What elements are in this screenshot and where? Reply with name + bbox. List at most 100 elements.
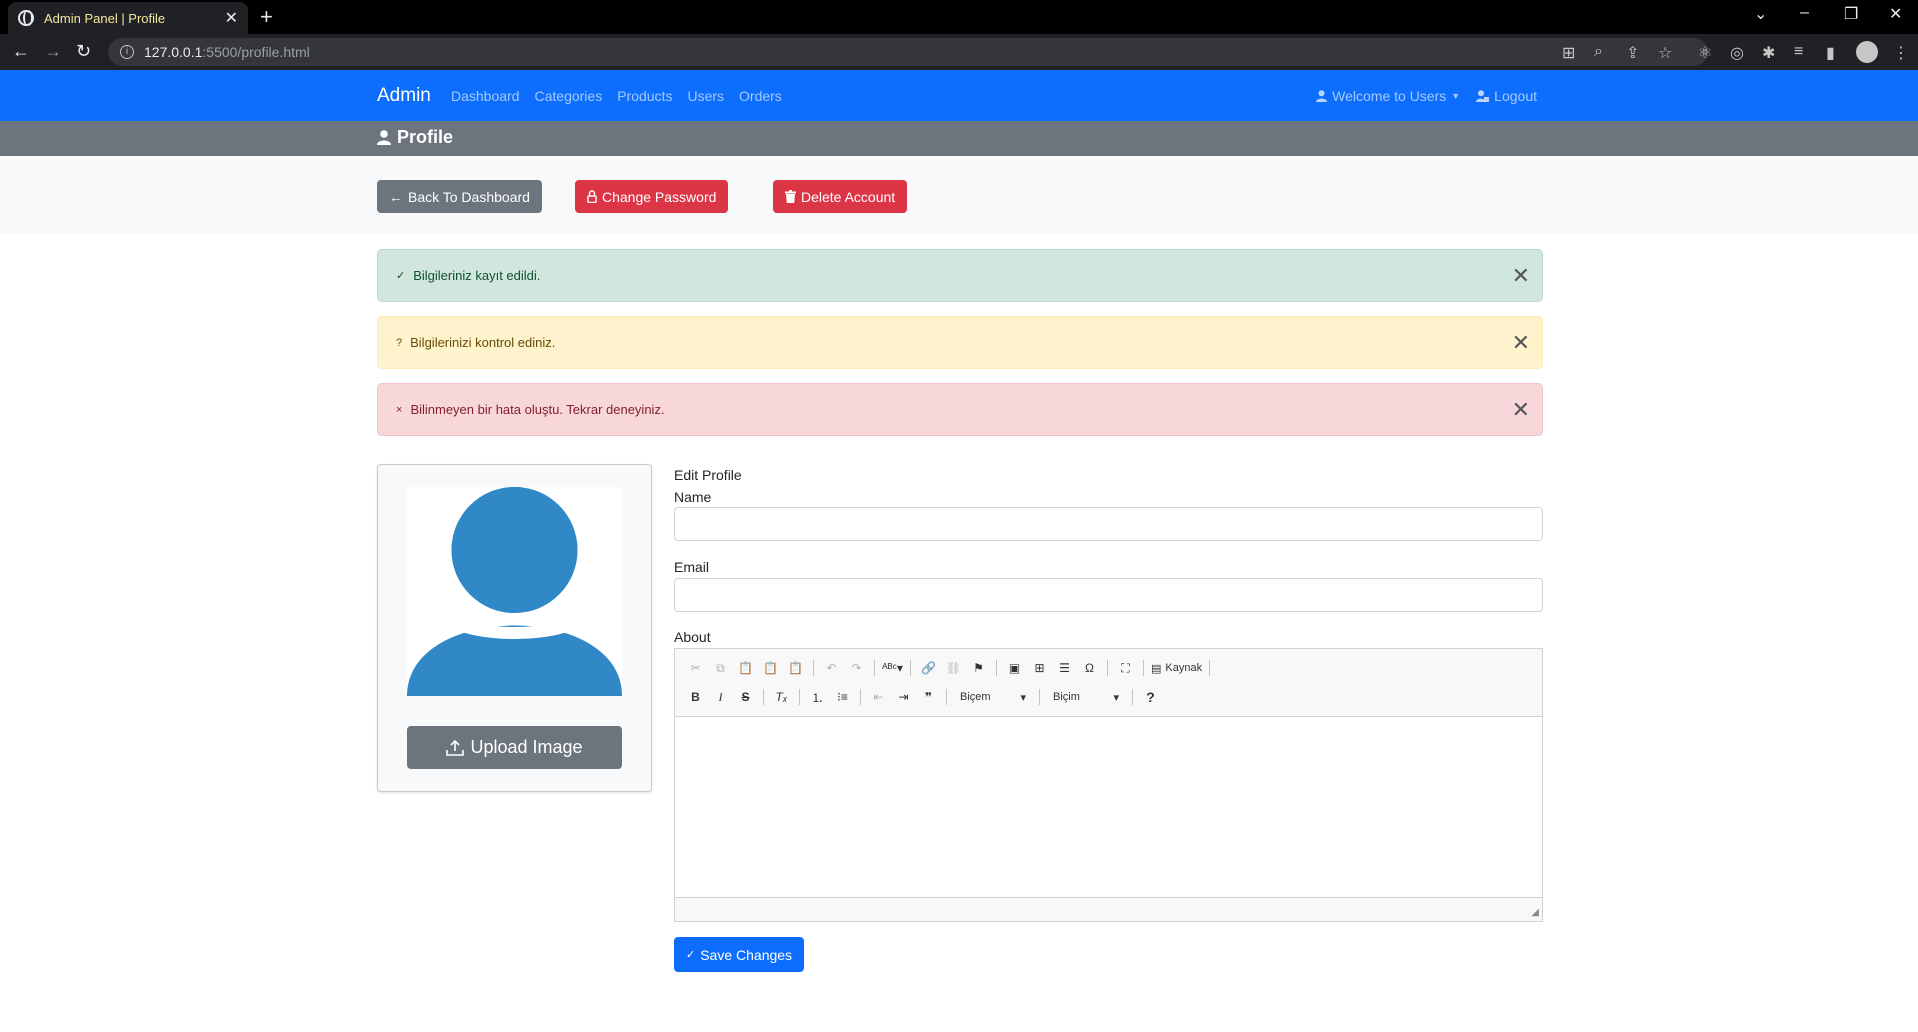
tab-search-icon[interactable]: ⌄ <box>1754 4 1767 24</box>
nav-link-users[interactable]: Users <box>687 88 724 104</box>
url-text: 127.0.0.1:5500/profile.html <box>144 44 310 60</box>
special-char-icon[interactable]: Ω <box>1079 657 1100 679</box>
extensions-puzzle-icon[interactable]: ✱ <box>1762 43 1775 63</box>
italic-icon[interactable]: I <box>710 686 731 708</box>
globe-icon <box>18 10 34 26</box>
style-combo-label: Biçem <box>960 691 991 703</box>
remove-format-icon[interactable]: Tₓ <box>771 686 792 708</box>
side-panel-icon[interactable]: ▮ <box>1826 43 1835 63</box>
spellcheck-icon[interactable]: ᴬᴮᶜ▾ <box>882 657 903 679</box>
react-devtools-icon[interactable]: ⚛ <box>1698 43 1712 63</box>
email-input[interactable] <box>674 578 1543 612</box>
browser-toolbar: ← → ↻ i 127.0.0.1:5500/profile.html ⊞ ⌕ … <box>0 34 1918 70</box>
toolbar-separator <box>1132 689 1133 705</box>
cut-icon[interactable]: ✂ <box>685 657 706 679</box>
toolbar-separator <box>910 660 911 676</box>
toolbar-separator <box>1107 660 1108 676</box>
bold-icon[interactable]: B <box>685 686 706 708</box>
x-icon: × <box>396 403 403 416</box>
redo-icon[interactable]: ↷ <box>846 657 867 679</box>
unlink-icon[interactable]: ⛓ <box>943 657 964 679</box>
name-label: Name <box>674 489 712 505</box>
browser-tab[interactable]: Admin Panel | Profile ✕ <box>8 2 248 34</box>
paste-word-icon[interactable]: 📋 <box>785 657 806 679</box>
back-arrow-icon[interactable]: ← <box>12 41 30 62</box>
warning-alert-text: Bilgilerinizi kontrol ediniz. <box>410 335 556 350</box>
nav-link-orders[interactable]: Orders <box>739 88 782 104</box>
media-queue-icon[interactable]: ≡ <box>1794 43 1803 61</box>
success-alert-text: Bilgileriniz kayıt edildi. <box>413 268 541 283</box>
editor-content-area[interactable] <box>675 717 1542 897</box>
close-icon[interactable]: ✕ <box>1512 263 1530 289</box>
restore-button[interactable]: ❐ <box>1844 4 1858 24</box>
resize-handle-icon[interactable]: ◢ <box>1531 907 1539 918</box>
logout-link[interactable]: Logout <box>1476 88 1537 104</box>
close-tab-icon[interactable]: ✕ <box>225 8 238 28</box>
upload-icon <box>446 739 465 756</box>
extension-target-icon[interactable]: ◎ <box>1730 43 1744 63</box>
check-icon: ✓ <box>686 949 696 961</box>
reload-icon[interactable]: ↻ <box>76 41 91 62</box>
translate-icon[interactable]: ⊞ <box>1562 43 1575 63</box>
upload-image-button[interactable]: Upload Image <box>407 726 622 769</box>
profile-image-card: Upload Image <box>377 464 652 792</box>
brand-logo[interactable]: Admin <box>377 85 431 107</box>
minimize-button[interactable]: – <box>1800 4 1809 22</box>
question-icon: ? <box>396 336 403 349</box>
site-info-icon[interactable]: i <box>120 45 134 59</box>
help-icon[interactable]: ? <box>1140 686 1161 708</box>
forward-arrow-icon[interactable]: → <box>44 41 62 62</box>
strike-icon[interactable]: S <box>735 686 756 708</box>
link-icon[interactable]: 🔗 <box>918 657 939 679</box>
save-changes-button[interactable]: ✓ Save Changes <box>674 937 805 972</box>
share-icon[interactable]: ⇪ <box>1626 43 1639 63</box>
user-icon <box>377 130 391 145</box>
zoom-icon[interactable]: ⌕ <box>1594 43 1603 61</box>
nav-link-categories[interactable]: Categories <box>535 88 603 104</box>
tab-title: Admin Panel | Profile <box>44 10 166 26</box>
bullet-list-icon[interactable]: ⁝≡ <box>832 686 853 708</box>
indent-icon[interactable]: ⇥ <box>893 686 914 708</box>
user-avatar-icon <box>407 487 622 696</box>
back-to-dashboard-button[interactable]: ← Back To Dashboard <box>377 180 542 213</box>
avatar <box>407 487 622 696</box>
chrome-menu-icon[interactable]: ⋮ <box>1893 43 1909 63</box>
horizontal-line-icon[interactable]: ☰ <box>1054 657 1075 679</box>
window-close-button[interactable]: ✕ <box>1889 4 1902 24</box>
warning-alert: ? Bilgilerinizi kontrol ediniz. ✕ <box>377 316 1543 369</box>
new-tab-button[interactable]: + <box>260 4 273 30</box>
lock-icon <box>587 190 597 203</box>
paste-icon[interactable]: 📋 <box>735 657 756 679</box>
close-icon[interactable]: ✕ <box>1512 330 1530 356</box>
undo-icon[interactable]: ↶ <box>821 657 842 679</box>
outdent-icon[interactable]: ⇤ <box>868 686 889 708</box>
image-icon[interactable]: ▣ <box>1004 657 1025 679</box>
nav-link-dashboard[interactable]: Dashboard <box>451 88 520 104</box>
blockquote-icon[interactable]: ❞ <box>918 686 939 708</box>
form-title: Edit Profile <box>674 467 742 483</box>
maximize-icon[interactable]: ⛶ <box>1115 657 1136 679</box>
welcome-text: Welcome to Users <box>1332 88 1447 104</box>
change-password-button[interactable]: Change Password <box>575 180 729 213</box>
copy-icon[interactable]: ⧉ <box>710 657 731 679</box>
paste-text-icon[interactable]: 📋 <box>760 657 781 679</box>
format-combo[interactable]: Biçim ▾ <box>1047 686 1125 708</box>
numbered-list-icon[interactable]: ⒈ <box>807 686 828 708</box>
address-bar[interactable]: i 127.0.0.1:5500/profile.html <box>108 38 1708 66</box>
close-icon[interactable]: ✕ <box>1512 397 1530 423</box>
style-combo[interactable]: Biçem ▾ <box>954 686 1032 708</box>
caret-down-icon: ▼ <box>1451 91 1461 101</box>
anchor-flag-icon[interactable]: ⚑ <box>968 657 989 679</box>
source-label: Kaynak <box>1165 662 1203 674</box>
danger-alert: × Bilinmeyen bir hata oluştu. Tekrar den… <box>377 383 1543 436</box>
delete-account-button[interactable]: Delete Account <box>773 180 908 213</box>
table-icon[interactable]: ⊞ <box>1029 657 1050 679</box>
rich-text-editor: ✂ ⧉ 📋 📋 📋 ↶ ↷ ᴬᴮᶜ▾ 🔗 ⛓ ⚑ ▣ ⊞ ☰ Ω ⛶ ▤ Kayn… <box>674 648 1543 922</box>
user-dropdown-toggle[interactable]: Welcome to Users ▼ <box>1316 88 1460 104</box>
nav-link-products[interactable]: Products <box>617 88 672 104</box>
editor-toolbar: ✂ ⧉ 📋 📋 📋 ↶ ↷ ᴬᴮᶜ▾ 🔗 ⛓ ⚑ ▣ ⊞ ☰ Ω ⛶ ▤ Kayn… <box>675 649 1542 717</box>
source-button[interactable]: ▤ Kaynak <box>1151 657 1202 679</box>
name-input[interactable] <box>674 507 1543 541</box>
bookmark-star-icon[interactable]: ☆ <box>1658 43 1672 63</box>
browser-profile-avatar[interactable] <box>1856 41 1878 63</box>
